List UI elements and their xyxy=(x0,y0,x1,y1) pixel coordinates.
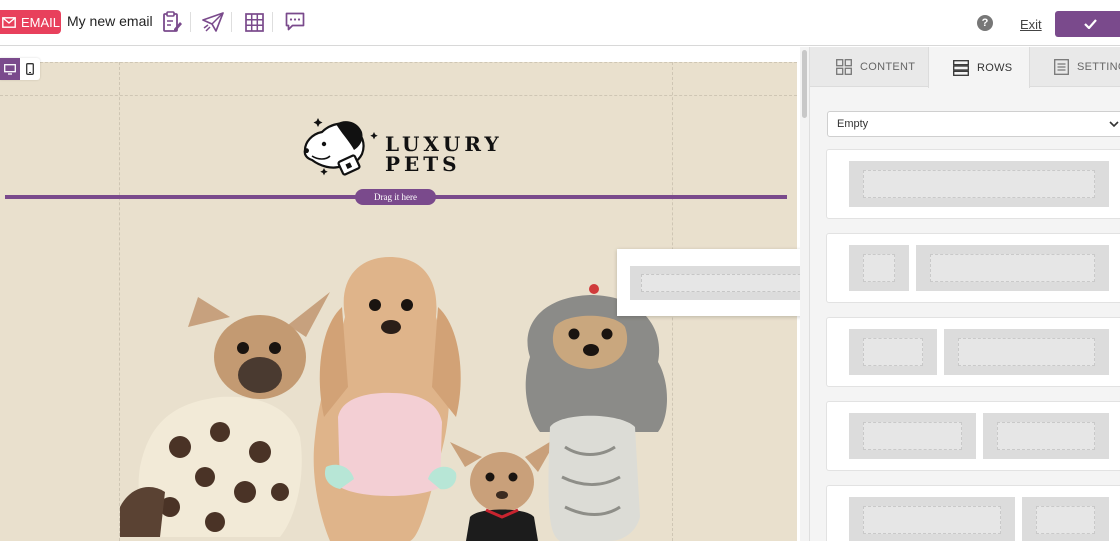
row-layout-2-column[interactable] xyxy=(826,401,1120,471)
sidebar-tabs: CONTENT ROWS SETTINGS xyxy=(810,47,1120,88)
canvas-scrollbar-thumb[interactable] xyxy=(802,50,807,118)
exit-link[interactable]: Exit xyxy=(1020,17,1042,32)
email-type-badge: EMAIL xyxy=(0,10,61,34)
row-cell xyxy=(849,161,1109,207)
content-grid-icon xyxy=(836,59,852,75)
row-layout-1-column[interactable] xyxy=(826,149,1120,219)
grid-icon[interactable] xyxy=(243,11,265,33)
row-cell xyxy=(1022,497,1109,541)
checkmark-icon xyxy=(1083,19,1097,29)
dog-small xyxy=(450,437,558,541)
tab-rows[interactable]: ROWS xyxy=(928,47,1030,88)
top-toolbar: EMAIL My new email ? Exit xyxy=(0,0,1120,46)
chevron-down-icon xyxy=(1109,121,1119,128)
paper-plane-icon[interactable] xyxy=(202,11,224,33)
row-cell xyxy=(849,413,976,459)
email-canvas[interactable]: LUXURY PETS Drag it here xyxy=(0,47,800,541)
mobile-icon[interactable] xyxy=(20,58,40,80)
row-layout-2-1-column[interactable] xyxy=(826,485,1120,541)
rows-icon xyxy=(953,59,969,76)
device-preview-toggle xyxy=(0,58,40,80)
desktop-icon[interactable] xyxy=(0,58,20,80)
clipboard-edit-icon[interactable] xyxy=(161,11,183,33)
dogs-image[interactable] xyxy=(110,217,690,541)
document-title[interactable]: My new email xyxy=(67,13,153,29)
row-layout-1-2-column[interactable] xyxy=(826,317,1120,387)
dragged-row-cell xyxy=(630,266,800,300)
save-button[interactable] xyxy=(1055,11,1120,37)
row-cell xyxy=(849,497,1015,541)
row-type-select[interactable]: Empty xyxy=(827,111,1120,137)
row-cell xyxy=(916,245,1109,291)
logo-wordmark: LUXURY PETS xyxy=(385,132,503,176)
row-cell xyxy=(944,329,1109,375)
help-icon[interactable]: ? xyxy=(977,15,993,31)
envelope-icon xyxy=(2,16,16,28)
row-cell xyxy=(849,245,909,291)
row-layout-1-3-column[interactable] xyxy=(826,233,1120,303)
drop-indicator-label: Drag it here xyxy=(355,189,436,205)
tab-content[interactable]: CONTENT xyxy=(836,47,928,87)
right-sidebar: CONTENT ROWS SETTINGS Empty xyxy=(809,47,1120,541)
dog-left xyxy=(120,292,330,537)
dragged-row-preview[interactable] xyxy=(617,249,800,316)
comment-icon[interactable] xyxy=(284,11,306,33)
email-badge-label: EMAIL xyxy=(21,14,61,30)
canvas-scrollbar[interactable] xyxy=(800,47,809,541)
tab-settings[interactable]: SETTINGS xyxy=(1054,47,1120,87)
dog-right xyxy=(525,284,667,541)
dog-center xyxy=(313,257,461,541)
settings-doc-icon xyxy=(1054,59,1069,75)
row-cell xyxy=(849,329,937,375)
row-cell xyxy=(983,413,1109,459)
